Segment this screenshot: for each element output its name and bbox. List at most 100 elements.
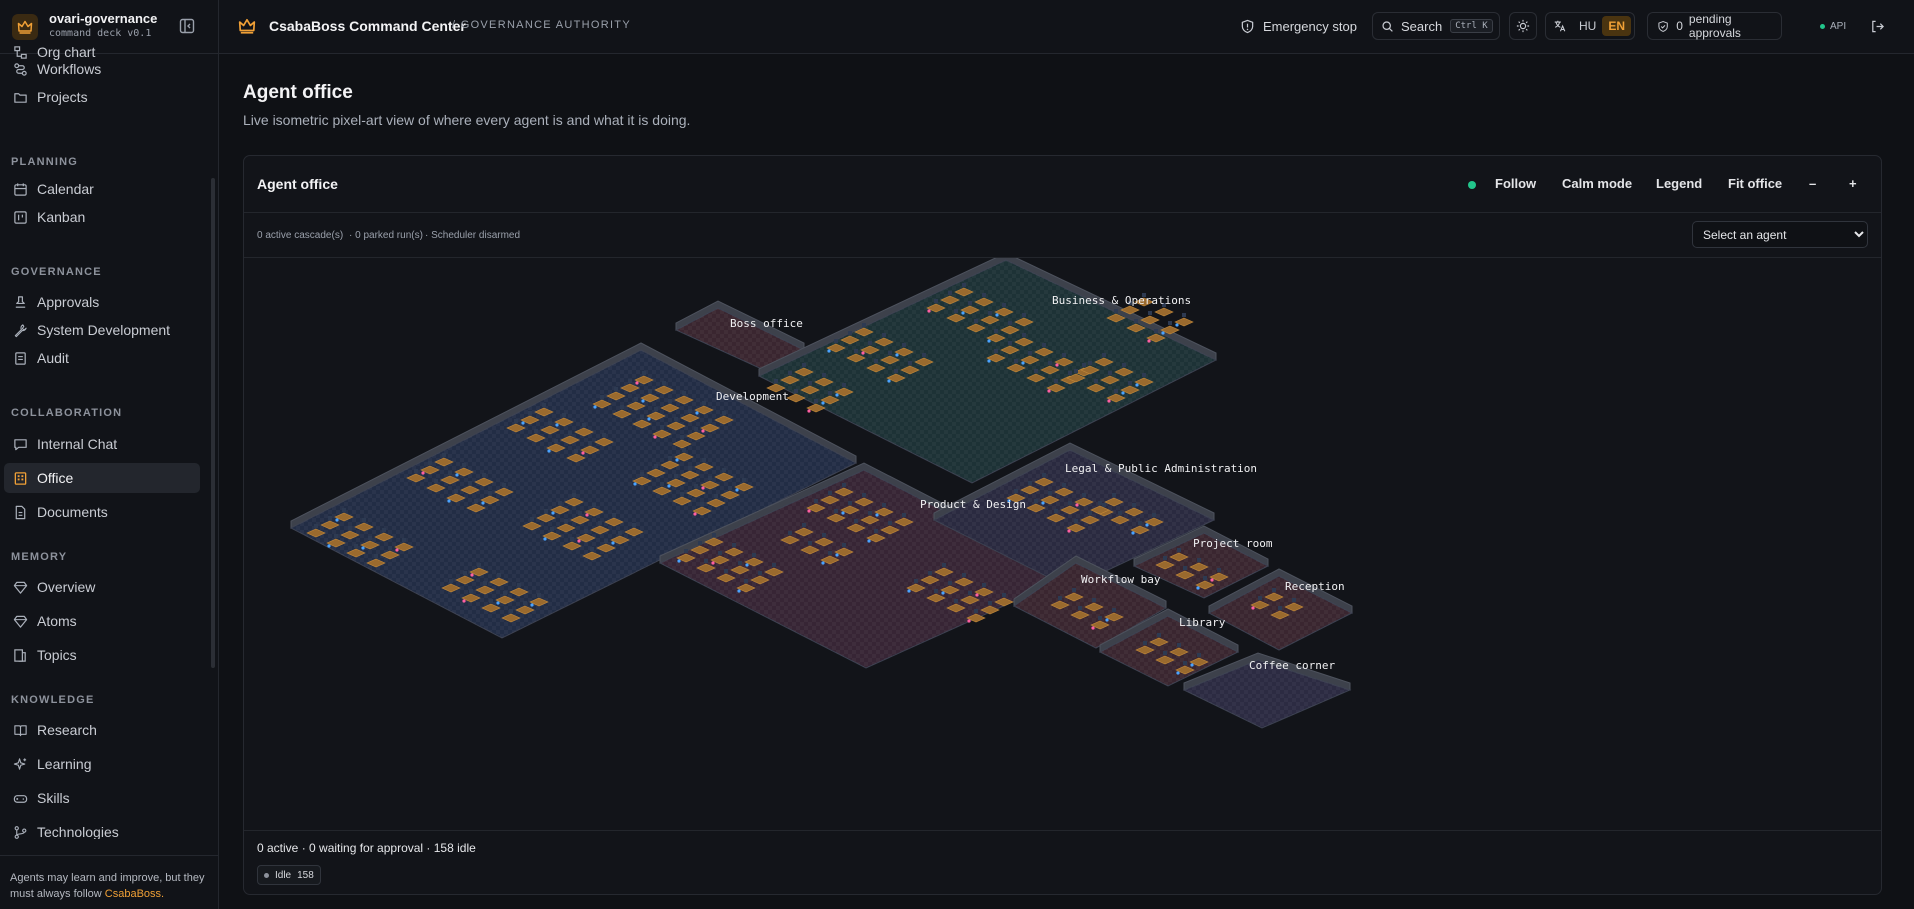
shield-check-icon <box>1658 20 1668 32</box>
api-label: API <box>1830 20 1847 32</box>
room-label-development: Development <box>716 390 789 403</box>
scheduler-status: · Scheduler disarmed <box>425 230 521 241</box>
agent-status-summary: 0 active · 0 waiting for approval · 158 … <box>257 841 476 855</box>
sidebar-item-label: System Development <box>37 322 171 338</box>
room-label-library: Library <box>1179 616 1226 629</box>
idle-count-chip: Idle 158 <box>257 865 321 885</box>
emergency-stop-button[interactable]: Emergency stop <box>1240 12 1357 40</box>
sidebar-item-kanban[interactable]: Kanban <box>4 202 200 232</box>
sidebar-item-documents[interactable]: Documents <box>4 497 200 527</box>
top-bar: CsabaBoss Command Center / GOVERNANCE AU… <box>219 0 1914 54</box>
nav-group-memory: MEMORY <box>11 551 68 563</box>
room-label-coffee-corner: Coffee corner <box>1249 659 1335 672</box>
theme-toggle-button[interactable] <box>1509 12 1537 40</box>
sidebar-item-internal-chat[interactable]: Internal Chat <box>4 429 200 459</box>
stamp-icon <box>12 294 28 310</box>
follow-status-dot <box>1468 181 1476 189</box>
sidebar-item-label: Overview <box>37 579 96 595</box>
pending-approvals-button[interactable]: 0 pending approvals <box>1647 12 1782 40</box>
sidebar-scrollbar[interactable] <box>211 178 215 668</box>
room-label-boss-office: Boss office <box>730 317 803 330</box>
crown-icon <box>238 18 256 34</box>
sidebar-collapse-icon[interactable] <box>178 17 196 35</box>
search-button[interactable]: Search Ctrl K <box>1372 12 1500 40</box>
folder-icon <box>12 89 28 105</box>
brand-subtitle: command deck v0.1 <box>49 28 152 39</box>
nav-group-governance: GOVERNANCE <box>11 266 102 278</box>
sidebar-item-audit[interactable]: Audit <box>4 343 200 373</box>
sidebar-item-learning[interactable]: Learning <box>4 749 200 779</box>
brand-name: ovari-governance <box>49 11 158 26</box>
sidebar-item-label: Workflows <box>37 61 102 77</box>
room-label-product-design: Product & Design <box>920 498 1026 511</box>
calendar-icon <box>12 181 28 197</box>
kanban-icon <box>12 209 28 225</box>
sidebar-item-label: Documents <box>37 504 108 520</box>
sidebar-item-label: Research <box>37 722 97 738</box>
sidebar-item-overview[interactable]: Overview <box>4 572 200 602</box>
lang-hu-button[interactable]: HU <box>1573 16 1602 36</box>
sidebar-item-system-development[interactable]: System Development <box>4 315 200 345</box>
sidebar-item-label: Internal Chat <box>37 436 118 452</box>
zoom-out-button[interactable]: – <box>1809 176 1816 191</box>
office-card-footer <box>244 830 1881 894</box>
follow-button[interactable]: Follow <box>1495 176 1536 191</box>
sidebar-item-label: Technologies <box>37 824 119 839</box>
active-cascades: 0 active cascade(s) <box>257 230 344 241</box>
pending-count: 0 <box>1676 19 1683 33</box>
sidebar-item-workflows[interactable]: Workflows <box>4 54 200 84</box>
sidebar-item-topics[interactable]: Topics <box>4 640 200 670</box>
emergency-stop-label: Emergency stop <box>1263 18 1357 34</box>
fit-office-button[interactable]: Fit office <box>1728 176 1782 191</box>
parked-runs: · 0 parked run(s) <box>349 230 423 241</box>
sidebar-item-technologies[interactable]: Technologies <box>4 817 200 839</box>
sidebar-item-label: Calendar <box>37 181 94 197</box>
sidebar-item-label: Topics <box>37 647 77 663</box>
page-title: Agent office <box>243 82 353 103</box>
sidebar-item-label: Audit <box>37 350 69 366</box>
sidebar-item-projects[interactable]: Projects <box>4 82 200 112</box>
sidebar-item-calendar[interactable]: Calendar <box>4 174 200 204</box>
footer-boss-name: CsabaBoss. <box>104 888 165 900</box>
audit-icon <box>12 350 28 366</box>
calm-mode-button[interactable]: Calm mode <box>1562 176 1632 191</box>
office-map[interactable]: Boss office Business & Operations Develo… <box>244 252 1881 830</box>
gamepad-icon <box>12 790 28 806</box>
api-status: API <box>1820 12 1846 40</box>
sidebar-item-approvals[interactable]: Approvals <box>4 287 200 317</box>
sidebar-item-label: Kanban <box>37 209 86 225</box>
sidebar: ovari-governance command deck v0.1 Org c… <box>0 0 219 909</box>
room-label-workflow-bay: Workflow bay <box>1081 573 1161 586</box>
gem-icon <box>12 613 28 629</box>
pending-label: pending approvals <box>1688 12 1741 40</box>
search-shortcut: Ctrl K <box>1450 19 1493 33</box>
api-status-dot <box>1820 23 1825 29</box>
logout-button[interactable] <box>1870 12 1885 40</box>
zoom-in-button[interactable]: + <box>1849 176 1857 191</box>
sidebar-footer-note: Agents may learn and improve, but they m… <box>0 855 219 909</box>
nav-group-collaboration: COLLABORATION <box>11 407 123 419</box>
agent-select[interactable]: Select an agent <box>1692 221 1868 248</box>
nav-group-planning: PLANNING <box>11 156 79 168</box>
workflow-icon <box>12 61 28 77</box>
sidebar-item-atoms[interactable]: Atoms <box>4 606 200 636</box>
sun-icon <box>1516 19 1530 33</box>
sidebar-item-office[interactable]: Office <box>4 463 200 493</box>
translate-icon <box>1554 20 1566 32</box>
legend-button[interactable]: Legend <box>1656 176 1702 191</box>
isometric-office-canvas[interactable]: Boss office Business & Operations Develo… <box>244 252 1881 830</box>
idle-count: 158 <box>297 869 314 881</box>
sidebar-item-label: Projects <box>37 89 88 105</box>
room-label-reception: Reception <box>1285 580 1345 593</box>
logout-icon <box>1872 20 1884 32</box>
gem-icon <box>12 579 28 595</box>
page-subtitle: Live isometric pixel-art view of where e… <box>243 112 691 128</box>
sidebar-nav: Org chart Workflows Projects PLANNING Ca… <box>0 44 209 839</box>
sidebar-item-research[interactable]: Research <box>4 715 200 745</box>
sidebar-item-label: Atoms <box>37 613 77 629</box>
sidebar-item-skills[interactable]: Skills <box>4 783 200 813</box>
lang-en-button[interactable]: EN <box>1602 16 1632 36</box>
topics-icon <box>12 647 28 663</box>
building-icon <box>12 470 28 486</box>
language-switcher[interactable]: HU EN <box>1545 12 1635 40</box>
